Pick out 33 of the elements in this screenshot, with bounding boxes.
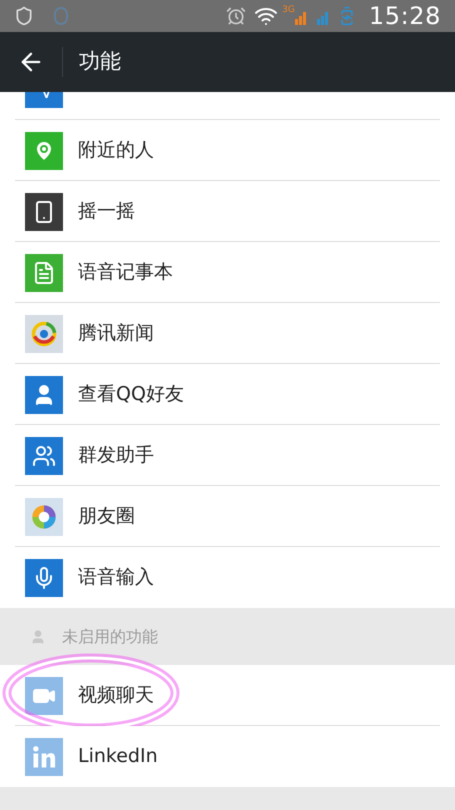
feature-item[interactable]: 附近的人	[0, 120, 455, 181]
feature-label: 语音输入	[78, 565, 154, 590]
feature-item[interactable]: 语音输入	[0, 547, 455, 608]
feature-item[interactable]: 查看QQ好友	[0, 364, 455, 425]
note-icon	[25, 254, 63, 292]
feature-item[interactable]: 摇一摇	[0, 181, 455, 242]
feature-label: 朋友圈	[78, 504, 135, 530]
linkedin-icon	[25, 738, 63, 776]
feature-label: 腾讯新闻	[78, 321, 154, 346]
feature-label: 语音记事本	[78, 260, 173, 286]
feature-item[interactable]: 朋友圈	[0, 486, 455, 547]
alarm-icon	[226, 6, 246, 26]
feature-label: LinkedIn	[78, 744, 158, 770]
clock-time: 15:28	[368, 1, 441, 32]
network-type: 3G	[282, 4, 295, 17]
person-icon	[30, 628, 46, 644]
group-icon	[25, 436, 63, 474]
feature-label: 查看QQ好友	[78, 382, 184, 408]
feature-label: 附近的人	[78, 138, 154, 164]
mic-icon	[25, 558, 63, 596]
feature-item[interactable]: 腾讯新闻	[0, 303, 455, 364]
location-icon	[25, 132, 63, 170]
section-header: 未启用的功能	[62, 626, 158, 648]
feature-item[interactable]: 语音记事本	[0, 242, 455, 303]
feature-label: 群发助手	[78, 443, 154, 468]
page-title: 功能	[79, 48, 121, 76]
feature-label: 摇一摇	[78, 199, 135, 224]
phone-icon	[25, 192, 63, 230]
feature-item[interactable]: 群发助手	[0, 425, 455, 486]
aperture-icon	[25, 498, 63, 536]
feature-label: 视频聊天	[78, 683, 154, 708]
video-icon	[25, 676, 63, 714]
shield-icon	[14, 6, 34, 26]
